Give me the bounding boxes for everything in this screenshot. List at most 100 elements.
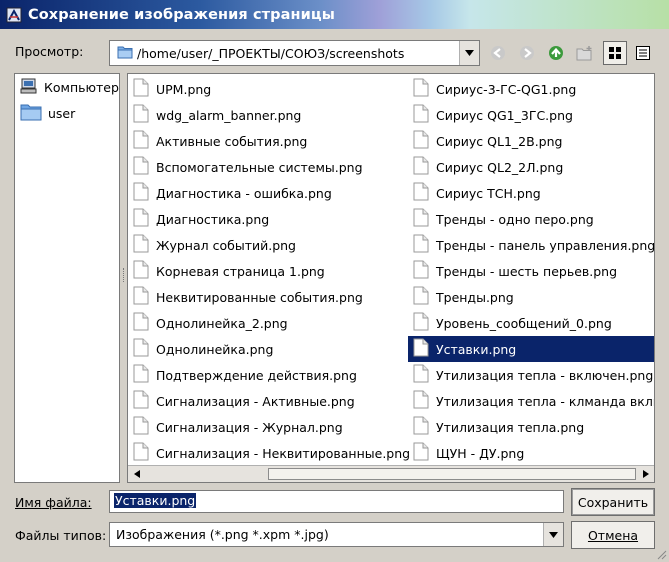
file-item[interactable]: Диагностика.png — [128, 206, 408, 232]
sidebar-item-computer[interactable]: Компьютер — [15, 74, 119, 100]
file-item[interactable]: Подтверждение действия.png — [128, 362, 408, 388]
file-item[interactable]: Тренды - панель управления.png — [408, 232, 654, 258]
resize-grip-icon[interactable] — [655, 548, 667, 560]
save-button[interactable]: Сохранить — [571, 488, 655, 516]
file-icon — [133, 286, 149, 308]
filetype-combo[interactable]: Изображения (*.png *.xpm *.jpg) — [109, 522, 564, 547]
filetype-value: Изображения (*.png *.xpm *.jpg) — [116, 527, 329, 542]
file-icon — [133, 416, 149, 438]
file-name: Тренды - шесть перьев.png — [436, 263, 618, 279]
new-folder-icon[interactable] — [573, 41, 597, 65]
file-item[interactable]: Активные события.png — [128, 128, 408, 154]
file-icon — [133, 312, 149, 334]
file-name: Тренды - одно перо.png — [436, 211, 594, 227]
file-item[interactable]: Корневая страница 1.png — [128, 258, 408, 284]
file-item[interactable]: Сириус QG1_3ГС.png — [408, 102, 654, 128]
file-icon — [413, 364, 429, 386]
file-item[interactable]: Сириус QL1_2В.png — [408, 128, 654, 154]
file-icon — [413, 156, 429, 178]
file-icon — [413, 130, 429, 152]
file-item[interactable]: Сигнализация - Активные.png — [128, 388, 408, 414]
file-name: Тренды.png — [436, 289, 514, 305]
file-name: Утилизация тепла - включен.png — [436, 367, 654, 383]
app-icon[interactable] — [5, 6, 23, 24]
file-icon — [133, 364, 149, 386]
file-name: UPM.png — [156, 81, 212, 97]
sidebar-item-label: user — [48, 105, 76, 121]
file-item[interactable]: Утилизация тепла - включен.png — [408, 362, 654, 388]
chevron-down-icon[interactable] — [459, 41, 479, 65]
file-list[interactable]: UPM.png wdg_alarm_banner.png Активные собы… — [127, 73, 655, 483]
file-name: ЩУН - ДУ.png — [436, 445, 525, 461]
file-name: Подтверждение действия.png — [156, 367, 357, 383]
file-item[interactable]: Сигнализация - Неквитированные.png — [128, 440, 410, 466]
file-name: Однолинейка.png — [156, 341, 274, 357]
up-folder-icon[interactable] — [544, 41, 568, 65]
file-icon — [413, 78, 429, 100]
file-item[interactable]: Уровень_сообщений_0.png — [408, 310, 654, 336]
file-name: Сигнализация - Журнал.png — [156, 419, 343, 435]
file-name: Сириус QL2_2Л.png — [436, 159, 564, 175]
scroll-left-icon[interactable] — [128, 466, 145, 482]
file-name: Диагностика.png — [156, 211, 270, 227]
file-item[interactable]: Однолинейка_2.png — [128, 310, 408, 336]
chevron-down-icon[interactable] — [543, 523, 563, 546]
filename-input[interactable]: Уставки.png — [109, 490, 564, 513]
forward-icon[interactable] — [515, 41, 539, 65]
file-icon — [413, 234, 429, 256]
file-name: Утилизация тепла.png — [436, 419, 585, 435]
path-combo[interactable]: /home/user/_ПРОЕКТЫ/СОЮЗ/screenshots — [109, 40, 480, 66]
file-item[interactable]: Журнал событий.png — [128, 232, 408, 258]
file-name: Сириус-3-ГС-QG1.png — [436, 81, 577, 97]
back-icon[interactable] — [486, 41, 510, 65]
file-icon — [413, 260, 429, 282]
file-item[interactable]: Неквитированные события.png — [128, 284, 408, 310]
look-in-label: Просмотр: — [15, 44, 84, 59]
file-item[interactable]: Сириус QL2_2Л.png — [408, 154, 654, 180]
icon-view-icon[interactable] — [603, 41, 627, 65]
file-name: Утилизация тепла - клманда вклю — [436, 393, 655, 409]
file-item[interactable]: Тренды - одно перо.png — [408, 206, 654, 232]
detail-view-icon[interactable] — [631, 41, 655, 65]
file-name: Однолинейка_2.png — [156, 315, 288, 331]
file-icon — [133, 338, 149, 360]
file-icon — [413, 182, 429, 204]
file-item[interactable]: Утилизация тепла - клманда вклю — [408, 388, 655, 414]
horizontal-scrollbar[interactable] — [128, 465, 654, 482]
file-item[interactable]: Утилизация тепла.png — [408, 414, 654, 440]
folder-icon — [117, 45, 133, 62]
file-item[interactable]: UPM.png — [128, 76, 408, 102]
file-item[interactable]: Тренды.png — [408, 284, 654, 310]
file-name: Неквитированные события.png — [156, 289, 363, 305]
scrollbar-thumb[interactable] — [268, 468, 636, 480]
file-icon — [413, 442, 429, 464]
scroll-right-icon[interactable] — [637, 466, 654, 482]
file-name: Уставки.png — [436, 341, 517, 357]
file-icon — [133, 260, 149, 282]
file-item[interactable]: Сигнализация - Журнал.png — [128, 414, 408, 440]
file-item[interactable]: Тренды - шесть перьев.png — [408, 258, 654, 284]
sidebar-item-user[interactable]: user — [15, 100, 119, 126]
file-item[interactable]: Диагностика - ошибка.png — [128, 180, 408, 206]
file-item[interactable]: Сириус-3-ГС-QG1.png — [408, 76, 654, 102]
file-name: wdg_alarm_banner.png — [156, 107, 302, 123]
file-icon — [133, 208, 149, 230]
title-bar[interactable]: Сохранение изображения страницы — [0, 0, 669, 29]
file-item[interactable]: wdg_alarm_banner.png — [128, 102, 408, 128]
file-item[interactable]: Уставки.png — [408, 336, 654, 362]
file-item[interactable]: ЩУН - ДУ.png — [408, 440, 654, 466]
file-name: Вспомогательные системы.png — [156, 159, 363, 175]
save-button-label: Сохранить — [577, 494, 649, 510]
file-item[interactable]: Вспомогательные системы.png — [128, 154, 408, 180]
file-icon — [133, 156, 149, 178]
file-icon — [413, 390, 429, 412]
file-icon — [413, 338, 429, 360]
cancel-button[interactable]: Отмена — [571, 521, 655, 549]
file-icon — [133, 104, 149, 126]
file-name: Сириус QL1_2В.png — [436, 133, 563, 149]
file-icon — [413, 416, 429, 438]
folder-icon — [20, 103, 42, 124]
file-item[interactable]: Однолинейка.png — [128, 336, 408, 362]
file-name: Сириус ТСН.png — [436, 185, 541, 201]
file-item[interactable]: Сириус ТСН.png — [408, 180, 654, 206]
